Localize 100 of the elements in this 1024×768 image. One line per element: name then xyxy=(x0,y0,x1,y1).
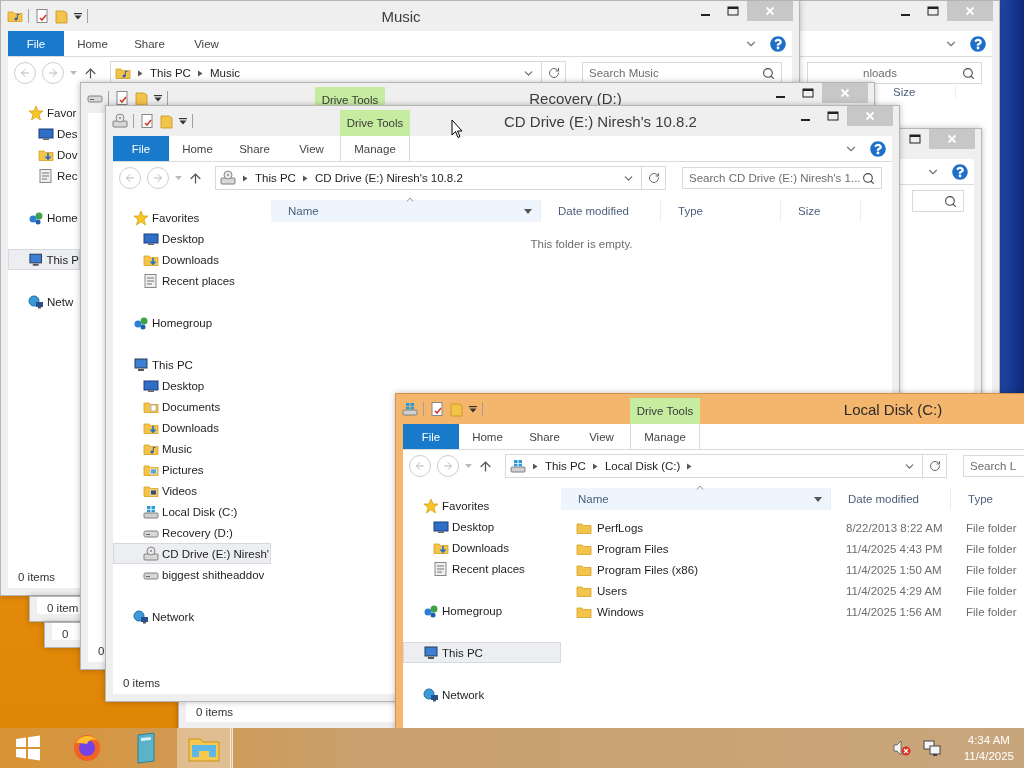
nav-item[interactable]: Desktop xyxy=(113,375,271,396)
file-name[interactable]: Program Files xyxy=(597,542,669,555)
nav-item[interactable]: Network xyxy=(113,606,271,627)
breadcrumb-link[interactable]: This PC xyxy=(150,67,191,79)
column-header[interactable]: Date modified xyxy=(831,488,951,510)
nav-item[interactable]: This PC xyxy=(403,642,561,663)
date-modified: 11/4/2025 1:56 AM xyxy=(846,605,942,618)
nav-item[interactable]: Favorites xyxy=(403,495,561,516)
breadcrumb-link[interactable]: CD Drive (E:) Niresh's 10.8.2 xyxy=(314,172,463,184)
speaker-muted-icon[interactable] xyxy=(891,739,912,757)
properties-icon[interactable] xyxy=(429,401,445,417)
breadcrumb-link[interactable]: Music xyxy=(209,67,240,79)
nav-item[interactable]: Downloads xyxy=(113,417,271,438)
nav-item[interactable]: Homegroup xyxy=(403,600,561,621)
file-type: File folder xyxy=(966,605,1017,618)
computer-icon xyxy=(28,251,44,268)
book-icon xyxy=(134,732,158,764)
maximize-icon xyxy=(727,6,739,16)
file-name[interactable]: PerfLogs xyxy=(597,521,644,534)
network-icon[interactable] xyxy=(921,739,942,757)
minimize-icon xyxy=(900,14,910,16)
windows-logo-icon xyxy=(15,735,41,761)
properties-icon[interactable] xyxy=(139,113,155,129)
breadcrumb-arrow-icon xyxy=(196,69,204,77)
nav-item[interactable]: Recovery (D:) xyxy=(113,522,271,543)
nav-item[interactable]: Videos xyxy=(113,480,271,501)
nav-item[interactable]: Recent places xyxy=(403,558,561,579)
file-tab[interactable]: File xyxy=(403,424,459,449)
close-icon xyxy=(840,88,850,98)
file-tab[interactable]: File xyxy=(8,31,64,56)
help-icon[interactable] xyxy=(970,35,986,52)
sort-caret-icon xyxy=(695,485,704,490)
nav-item[interactable]: Desktop xyxy=(403,516,561,537)
recent-places-icon xyxy=(38,167,54,184)
column-header[interactable]: Date modified xyxy=(541,200,661,222)
hard-drive-icon xyxy=(510,458,526,474)
dropdown-icon[interactable] xyxy=(154,94,162,102)
nav-item[interactable]: Recent places xyxy=(113,270,271,291)
file-tab[interactable]: File xyxy=(113,136,169,161)
column-header[interactable]: Name xyxy=(271,200,541,222)
file-name[interactable]: Users xyxy=(597,584,628,597)
nav-item[interactable]: Des xyxy=(8,123,80,144)
breadcrumb-arrow-icon xyxy=(591,462,599,470)
nav-item[interactable]: Pictures xyxy=(113,459,271,480)
dropdown-arrow-icon[interactable] xyxy=(524,208,532,214)
desktop-icon xyxy=(433,518,449,535)
file-name[interactable]: Windows xyxy=(597,605,644,618)
nav-item[interactable]: Homegroup xyxy=(113,312,271,333)
help-icon[interactable] xyxy=(952,163,968,180)
nav-item[interactable]: Desktop xyxy=(113,228,271,249)
address-bar[interactable]: This PC CD Drive (E:) Niresh's 10.8.2 xyxy=(215,166,666,190)
nav-item[interactable]: Documents xyxy=(113,396,271,417)
up-button[interactable] xyxy=(188,170,203,186)
nav-item[interactable]: Home xyxy=(8,207,80,228)
nav-item[interactable]: CD Drive (E:) Niresh' xyxy=(113,543,271,564)
nav-item[interactable]: Network xyxy=(403,684,561,705)
nav-item[interactable]: Rec xyxy=(8,165,80,186)
nav-item[interactable]: Favorites xyxy=(113,207,271,228)
help-icon[interactable] xyxy=(770,35,786,52)
column-header[interactable]: Type xyxy=(951,488,1024,510)
nav-item[interactable]: This P xyxy=(8,249,80,270)
nav-item[interactable]: Local Disk (C:) xyxy=(113,501,271,522)
search-field[interactable]: Search Music xyxy=(582,62,782,84)
search-field[interactable]: nloads xyxy=(807,62,982,84)
nav-item[interactable]: biggest shitheaddov xyxy=(113,564,271,585)
breadcrumb-link[interactable]: This PC xyxy=(255,172,296,184)
file-type: File folder xyxy=(966,563,1017,576)
up-button[interactable] xyxy=(83,65,98,81)
column-header[interactable]: Size xyxy=(876,85,956,99)
dropdown-arrow-icon[interactable] xyxy=(814,496,822,502)
file-name[interactable]: Program Files (x86) xyxy=(597,563,698,576)
column-header[interactable]: Type xyxy=(661,200,781,222)
nav-item[interactable]: Dov xyxy=(8,144,80,165)
nav-item[interactable]: This PC xyxy=(113,354,271,375)
nav-item[interactable]: Favor xyxy=(8,102,80,123)
breadcrumb-arrow-icon xyxy=(137,69,144,77)
breadcrumb-link[interactable]: Local Disk (C:) xyxy=(604,460,681,472)
column-header[interactable]: Size xyxy=(781,200,861,222)
dropdown-icon[interactable] xyxy=(469,405,477,413)
dropdown-icon[interactable] xyxy=(74,12,82,20)
search-field[interactable]: Search CD Drive (E:) Niresh's 1... xyxy=(682,167,882,189)
search-field[interactable]: Search L xyxy=(963,455,1024,477)
nav-item[interactable]: Downloads xyxy=(403,537,561,558)
column-header[interactable]: Name xyxy=(561,488,831,510)
dropdown-icon[interactable] xyxy=(179,117,187,125)
star-icon xyxy=(133,209,149,226)
disc-drive-icon xyxy=(143,545,159,562)
status-text: 0 xyxy=(98,645,105,657)
status-text: 0 item xyxy=(47,602,79,614)
up-button[interactable] xyxy=(478,458,493,474)
breadcrumb-link[interactable]: This PC xyxy=(545,460,586,472)
nav-item[interactable]: Downloads xyxy=(113,249,271,270)
desktop-icon xyxy=(38,125,54,142)
address-bar[interactable]: This PC Local Disk (C:) xyxy=(505,454,947,478)
help-icon[interactable] xyxy=(870,140,886,157)
nav-item[interactable]: Netw xyxy=(8,291,80,312)
properties-icon[interactable] xyxy=(34,8,50,24)
properties-icon[interactable] xyxy=(114,90,130,106)
search-field[interactable] xyxy=(912,190,964,212)
nav-item[interactable]: Music xyxy=(113,438,271,459)
